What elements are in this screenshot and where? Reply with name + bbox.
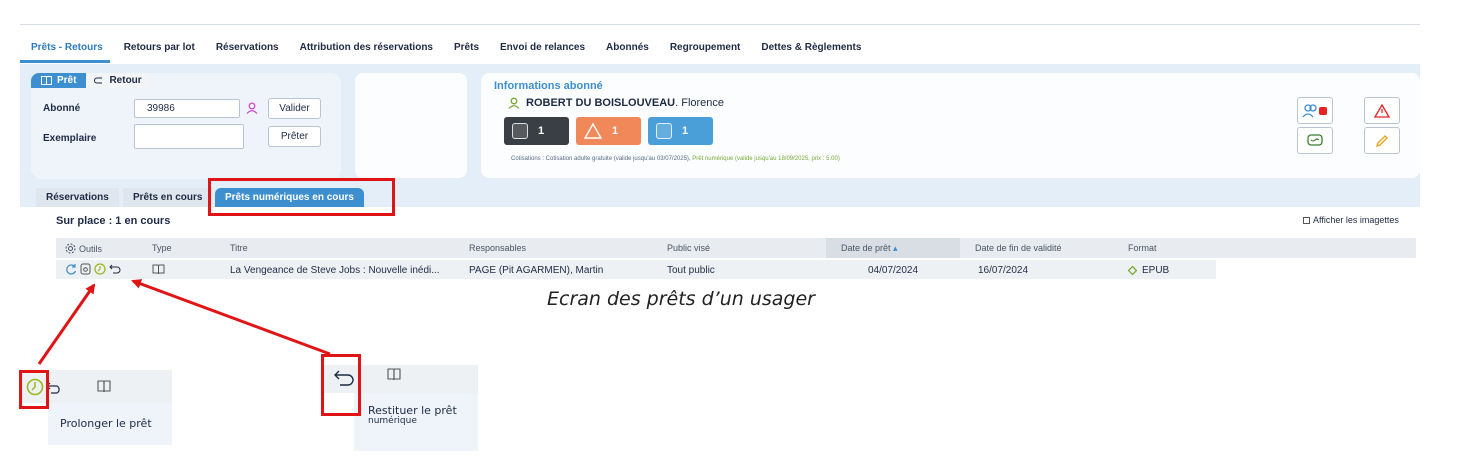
arrow-to-return-icon	[131, 279, 331, 356]
arrow-to-extend-icon	[37, 283, 96, 365]
tooltip-restituer-line1: Restituer le prêt	[368, 404, 457, 417]
highlight-box-extend	[19, 370, 49, 409]
tooltip-prolonger: Prolonger le prêt	[48, 403, 172, 445]
book-icon	[97, 380, 111, 393]
book-icon	[387, 368, 401, 381]
annotation-arrows	[37, 279, 331, 365]
highlight-box-return	[321, 354, 361, 416]
tooltip-restituer-line2: numérique	[368, 416, 417, 426]
tooltip-restituer: Restituer le prêt numérique	[354, 393, 478, 451]
